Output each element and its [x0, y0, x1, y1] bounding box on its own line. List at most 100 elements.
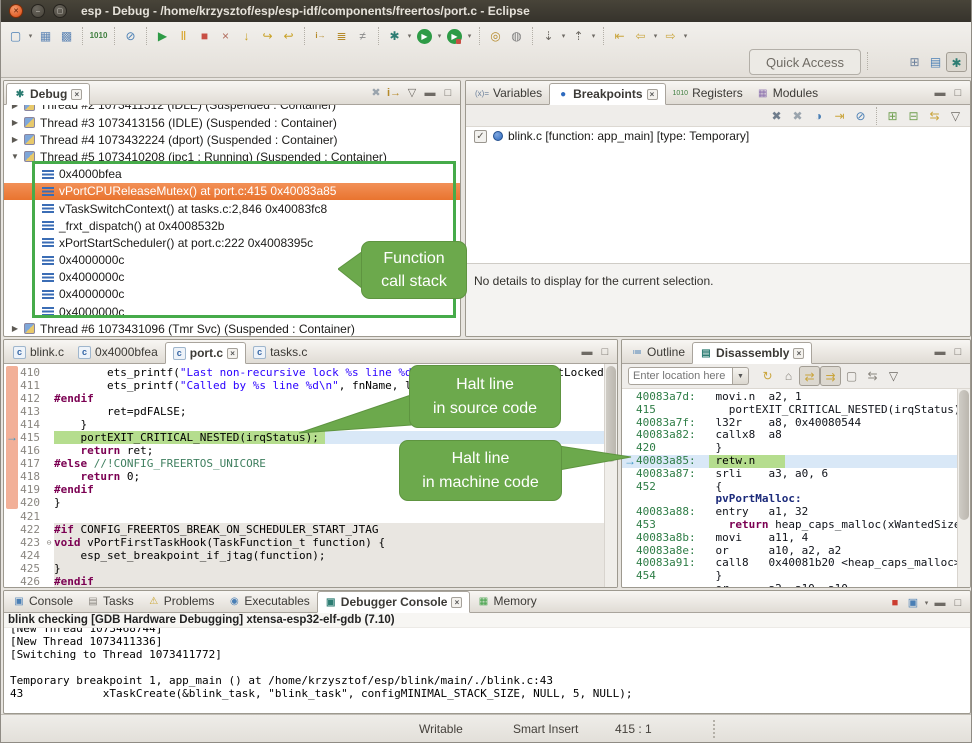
link-with-debug-icon[interactable]: ⇆: [924, 106, 945, 126]
breakpoint-checkbox[interactable]: ✓: [474, 130, 487, 143]
view-menu-icon[interactable]: ▽: [883, 366, 904, 386]
tab-close-icon[interactable]: ×: [227, 348, 238, 359]
view-menu-icon[interactable]: ▽: [403, 83, 421, 103]
binary-display-icon[interactable]: 1010: [88, 26, 109, 46]
remove-breakpoint-icon[interactable]: ✖: [766, 106, 787, 126]
cpp-perspective-icon[interactable]: ▤: [925, 52, 946, 72]
tab-tasks[interactable]: ▤Tasks: [80, 590, 141, 612]
code-line[interactable]: 422#if CONFIG_FREERTOS_BREAK_ON_SCHEDULE…: [4, 523, 617, 536]
tab-modules[interactable]: ▦Modules: [750, 82, 825, 104]
window-maximize-icon[interactable]: ▢: [53, 4, 67, 18]
stack-frame-row[interactable]: 0x4000000c: [4, 303, 460, 320]
next-annotation-icon[interactable]: ⇣: [538, 26, 559, 46]
forward-icon[interactable]: ⇨: [660, 26, 681, 46]
dropdown-arrow-icon[interactable]: ▾: [922, 599, 931, 607]
dropdown-arrow-icon[interactable]: ▾: [559, 32, 568, 40]
disassembly-line[interactable]: 40083a7d: movi.n a2, 1: [622, 391, 970, 404]
step-return-icon[interactable]: ↩: [278, 26, 299, 46]
back-icon[interactable]: ⇦: [630, 26, 651, 46]
pin-view-icon[interactable]: ⇆: [862, 366, 883, 386]
disassembly-line[interactable]: 415 portEXIT_CRITICAL_NESTED(irqStatus): [622, 404, 970, 417]
stack-frame-row[interactable]: vPortCPUReleaseMutex() at port.c:415 0x4…: [4, 183, 460, 200]
suspend-icon[interactable]: Ⅱ: [173, 26, 194, 46]
minimize-icon[interactable]: ▬: [578, 342, 596, 362]
dropdown-arrow-icon[interactable]: ▾: [465, 32, 474, 40]
open-perspective-icon[interactable]: ⊞: [904, 52, 925, 72]
debug-thread-row[interactable]: ▶Thread #4 1073432224 (dport) (Suspended…: [4, 131, 460, 148]
external-tools-icon[interactable]: ▶: [447, 29, 462, 44]
minimize-icon[interactable]: ▬: [421, 83, 439, 103]
show-full-paths-icon[interactable]: ≣: [331, 26, 352, 46]
debug-thread-row[interactable]: ▶Thread #6 1073431096 (Tmr Svc) (Suspend…: [4, 320, 460, 337]
step-into-icon[interactable]: ↓: [236, 26, 257, 46]
debug-perspective-icon[interactable]: ✱: [946, 52, 967, 72]
maximize-icon[interactable]: □: [949, 593, 967, 613]
tab-registers[interactable]: 1010Registers: [666, 82, 750, 104]
tab-close-icon[interactable]: ×: [647, 89, 658, 100]
go-to-file-icon[interactable]: ⇥: [829, 106, 850, 126]
disassembly-scrollbar-thumb[interactable]: [959, 390, 969, 520]
step-over-icon[interactable]: ↪: [257, 26, 278, 46]
maximize-icon[interactable]: □: [949, 342, 967, 362]
stack-frame-row[interactable]: _frxt_dispatch() at 0x4008532b: [4, 217, 460, 234]
sync-with-selection-icon[interactable]: ⇄: [799, 366, 820, 386]
disassembly-line[interactable]: or a2, a10, a10: [622, 583, 970, 587]
tab-problems[interactable]: ⚠Problems: [141, 590, 222, 612]
dropdown-arrow-icon[interactable]: ▾: [26, 32, 35, 40]
code-line[interactable]: 425}: [4, 562, 617, 575]
dropdown-arrow-icon[interactable]: ▾: [589, 32, 598, 40]
maximize-icon[interactable]: □: [596, 342, 614, 362]
expander-icon[interactable]: ▶: [8, 324, 22, 333]
track-current-pc-icon[interactable]: ⇉: [820, 366, 841, 386]
maximize-icon[interactable]: □: [439, 83, 457, 103]
run-icon[interactable]: ▶: [417, 29, 432, 44]
tab-blink-c[interactable]: cblink.c: [6, 341, 71, 363]
display-selected-console-icon[interactable]: ▣: [904, 593, 922, 613]
stack-frame-row[interactable]: 0x4000bfea: [4, 166, 460, 183]
tab-console[interactable]: ▣Console: [6, 590, 80, 612]
previous-annotation-icon[interactable]: ⇡: [568, 26, 589, 46]
tab-outline[interactable]: ≔Outline: [624, 341, 692, 363]
new-wizard-icon[interactable]: ▢: [5, 26, 26, 46]
minimize-icon[interactable]: ▬: [931, 593, 949, 613]
remove-all-terminated-icon[interactable]: ✖: [367, 83, 385, 103]
console-output[interactable]: [New Thread 1073468744][New Thread 10734…: [4, 628, 970, 714]
tab-disassembly[interactable]: ▤Disassembly×: [692, 342, 812, 364]
resume-icon[interactable]: ▶: [152, 26, 173, 46]
expander-icon[interactable]: ▶: [8, 135, 22, 144]
code-line[interactable]: 423⊖void vPortFirstTaskHook(TaskFunction…: [4, 536, 617, 549]
tab-debugger-console[interactable]: ▣Debugger Console×: [317, 591, 471, 613]
disassembly-line[interactable]: 453 return heap_caps_malloc(xWantedSize: [622, 519, 970, 532]
debug-icon[interactable]: ✱: [384, 26, 405, 46]
terminate-icon[interactable]: ■: [194, 26, 215, 46]
terminate-icon[interactable]: ■: [886, 593, 904, 613]
maximize-icon[interactable]: □: [949, 83, 967, 103]
disconnect-icon[interactable]: ×: [215, 26, 236, 46]
debug-thread-row[interactable]: ▶Thread #2 1073411512 (IDLE) (Suspended …: [4, 105, 460, 114]
save-all-icon[interactable]: ▩: [56, 26, 77, 46]
debug-thread-row[interactable]: ▶Thread #3 1073413156 (IDLE) (Suspended …: [4, 114, 460, 131]
location-dropdown-icon[interactable]: ▼: [732, 367, 749, 385]
disassembly-line[interactable]: 40083a87: srli a3, a0, 6: [622, 468, 970, 481]
expander-icon[interactable]: ▶: [8, 118, 22, 127]
code-line[interactable]: 426#endif: [4, 575, 617, 587]
minimize-icon[interactable]: ▬: [931, 342, 949, 362]
tab-close-icon[interactable]: ×: [71, 89, 82, 100]
skip-all-breakpoints-icon[interactable]: ⊘: [850, 106, 871, 126]
tab-close-icon[interactable]: ×: [451, 597, 462, 608]
instruction-stepping-mode-icon[interactable]: i→: [385, 83, 403, 103]
debug-thread-row[interactable]: ▼Thread #5 1073410208 (ipc1 : Running) (…: [4, 148, 460, 165]
skip-all-breakpoints-icon[interactable]: ⊘: [120, 26, 141, 46]
open-new-view-icon[interactable]: ▢: [841, 366, 862, 386]
quick-access-button[interactable]: Quick Access: [749, 49, 861, 75]
dropdown-arrow-icon[interactable]: ▾: [651, 32, 660, 40]
show-breakpoints-for-icon[interactable]: ◑: [808, 106, 829, 126]
tab-executables[interactable]: ◉Executables: [221, 590, 316, 612]
code-line[interactable]: 424 esp_set_breakpoint_if_jtag(function)…: [4, 549, 617, 562]
disassembly-scrollbar[interactable]: [957, 389, 970, 587]
disassembly-listing[interactable]: → 40083a7d: movi.n a2, 1415 portEXIT_CRI…: [622, 389, 970, 587]
window-close-icon[interactable]: ✕: [9, 4, 23, 18]
minimize-icon[interactable]: ▬: [931, 83, 949, 103]
disassembly-line[interactable]: 40083a8b: movi a11, 4: [622, 532, 970, 545]
tab-0x4000bfea[interactable]: c0x4000bfea: [71, 341, 165, 363]
